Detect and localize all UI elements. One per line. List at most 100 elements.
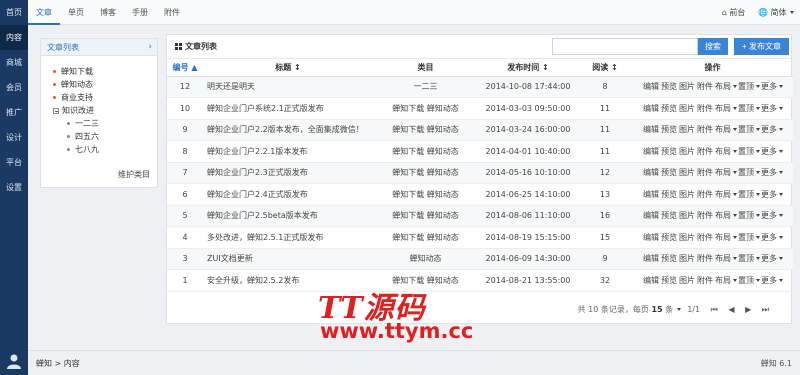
language-switch[interactable]: 🌐 简体	[758, 8, 794, 17]
action-layout[interactable]: 布局	[715, 82, 731, 91]
action-attachments[interactable]: 附件	[697, 104, 713, 113]
action-edit[interactable]: 编辑	[643, 211, 659, 220]
action-more[interactable]: 更多	[761, 276, 777, 285]
action-edit[interactable]: 编辑	[643, 147, 659, 156]
action-preview[interactable]: 预览	[661, 82, 677, 91]
action-preview[interactable]: 预览	[661, 211, 677, 220]
action-layout[interactable]: 布局	[715, 233, 731, 242]
action-layout[interactable]: 布局	[715, 168, 731, 177]
search-input[interactable]	[552, 38, 698, 55]
cell-title[interactable]: ZUI文档更新	[203, 248, 373, 270]
action-images[interactable]: 图片	[679, 147, 695, 156]
action-edit[interactable]: 编辑	[643, 82, 659, 91]
per-page-select[interactable]: 15	[651, 305, 662, 314]
action-images[interactable]: 图片	[679, 254, 695, 263]
action-preview[interactable]: 预览	[661, 254, 677, 263]
action-edit[interactable]: 编辑	[643, 233, 659, 242]
action-images[interactable]: 图片	[679, 276, 695, 285]
action-images[interactable]: 图片	[679, 125, 695, 134]
action-layout[interactable]: 布局	[715, 190, 731, 199]
column-header-views[interactable]: 阅读 ↕	[578, 59, 632, 77]
action-layout[interactable]: 布局	[715, 104, 731, 113]
nav-item-shop[interactable]: 商城	[0, 50, 28, 75]
action-layout[interactable]: 布局	[715, 254, 731, 263]
cell-title[interactable]: 蝉知企业门户系统2.1正式版发布	[203, 97, 373, 120]
action-attachments[interactable]: 附件	[697, 82, 713, 91]
action-more[interactable]: 更多	[761, 104, 777, 113]
nav-item-design[interactable]: 设计	[0, 125, 28, 150]
tab-page[interactable]: 单页	[60, 0, 92, 25]
nav-item-home[interactable]: 首页	[0, 0, 28, 25]
action-more[interactable]: 更多	[761, 190, 777, 199]
action-attachments[interactable]: 附件	[697, 276, 713, 285]
action-pin[interactable]: 置顶	[738, 211, 754, 220]
prev-page-icon[interactable]: ◀	[728, 305, 734, 314]
user-avatar-icon[interactable]	[6, 353, 22, 369]
action-more[interactable]: 更多	[761, 254, 777, 263]
tab-article[interactable]: 文章	[28, 0, 60, 25]
action-pin[interactable]: 置顶	[738, 233, 754, 242]
tree-subnode[interactable]: 四五六	[53, 130, 151, 143]
nav-item-content[interactable]: 内容	[0, 25, 28, 50]
nav-item-settings[interactable]: 设置	[0, 175, 28, 200]
action-pin[interactable]: 置顶	[738, 147, 754, 156]
action-images[interactable]: 图片	[679, 82, 695, 91]
action-more[interactable]: 更多	[761, 211, 777, 220]
action-images[interactable]: 图片	[679, 211, 695, 220]
tree-subnode[interactable]: 七八九	[53, 143, 151, 156]
action-attachments[interactable]: 附件	[697, 233, 713, 242]
action-preview[interactable]: 预览	[661, 125, 677, 134]
action-pin[interactable]: 置顶	[738, 104, 754, 113]
cell-title[interactable]: 蝉知企业门户2.2版本发布，全面集成微信！	[203, 119, 373, 141]
tab-blog[interactable]: 博客	[92, 0, 124, 25]
maintain-categories-link[interactable]: 维护类目	[118, 169, 150, 180]
tree-node[interactable]: 知识改进	[53, 104, 151, 117]
action-more[interactable]: 更多	[761, 125, 777, 134]
category-panel-header[interactable]: 文章列表 ›	[41, 39, 157, 56]
action-edit[interactable]: 编辑	[643, 276, 659, 285]
cell-title[interactable]: 蝉知企业门户2.2.1版本发布	[203, 140, 373, 163]
nav-item-member[interactable]: 会员	[0, 75, 28, 100]
action-pin[interactable]: 置顶	[738, 276, 754, 285]
action-images[interactable]: 图片	[679, 233, 695, 242]
action-images[interactable]: 图片	[679, 168, 695, 177]
search-button[interactable]: 搜索	[698, 38, 728, 55]
action-edit[interactable]: 编辑	[643, 254, 659, 263]
tab-manual[interactable]: 手册	[124, 0, 156, 25]
action-images[interactable]: 图片	[679, 190, 695, 199]
collapse-icon[interactable]	[53, 107, 59, 114]
action-attachments[interactable]: 附件	[697, 168, 713, 177]
action-attachments[interactable]: 附件	[697, 190, 713, 199]
action-edit[interactable]: 编辑	[643, 104, 659, 113]
action-preview[interactable]: 预览	[661, 276, 677, 285]
cell-title[interactable]: 多处改进，蝉知2.5.1正式版发布	[203, 226, 373, 249]
action-layout[interactable]: 布局	[715, 211, 731, 220]
action-preview[interactable]: 预览	[661, 104, 677, 113]
tree-node[interactable]: 蝉知下载	[53, 65, 151, 78]
breadcrumb[interactable]: 蝉知 > 内容	[36, 359, 80, 368]
chevron-down-icon[interactable]	[676, 308, 681, 311]
action-attachments[interactable]: 附件	[697, 254, 713, 263]
action-layout[interactable]: 布局	[715, 125, 731, 134]
action-more[interactable]: 更多	[761, 82, 777, 91]
action-preview[interactable]: 预览	[661, 168, 677, 177]
cell-title[interactable]: 蝉知企业门户2.5beta版本发布	[203, 205, 373, 227]
new-article-button[interactable]: + 发布文章	[734, 38, 789, 55]
first-page-icon[interactable]: ⏮	[711, 305, 718, 314]
front-link[interactable]: ⌂ 前台	[722, 8, 746, 17]
tree-subnode[interactable]: 一二三	[53, 117, 151, 130]
tree-node[interactable]: 商业支持	[53, 91, 151, 104]
action-layout[interactable]: 布局	[715, 147, 731, 156]
cell-title[interactable]: 蝉知企业门户2.4正式版发布	[203, 183, 373, 206]
action-more[interactable]: 更多	[761, 233, 777, 242]
column-header-id[interactable]: 编号 ▲	[167, 59, 203, 77]
action-preview[interactable]: 预览	[661, 147, 677, 156]
column-header-title[interactable]: 标题 ↕	[203, 59, 373, 77]
cell-title[interactable]: 明天还是明天	[203, 76, 373, 98]
action-edit[interactable]: 编辑	[643, 125, 659, 134]
action-pin[interactable]: 置顶	[738, 82, 754, 91]
last-page-icon[interactable]: ⏭	[762, 305, 769, 314]
action-images[interactable]: 图片	[679, 104, 695, 113]
action-pin[interactable]: 置顶	[738, 254, 754, 263]
action-pin[interactable]: 置顶	[738, 168, 754, 177]
